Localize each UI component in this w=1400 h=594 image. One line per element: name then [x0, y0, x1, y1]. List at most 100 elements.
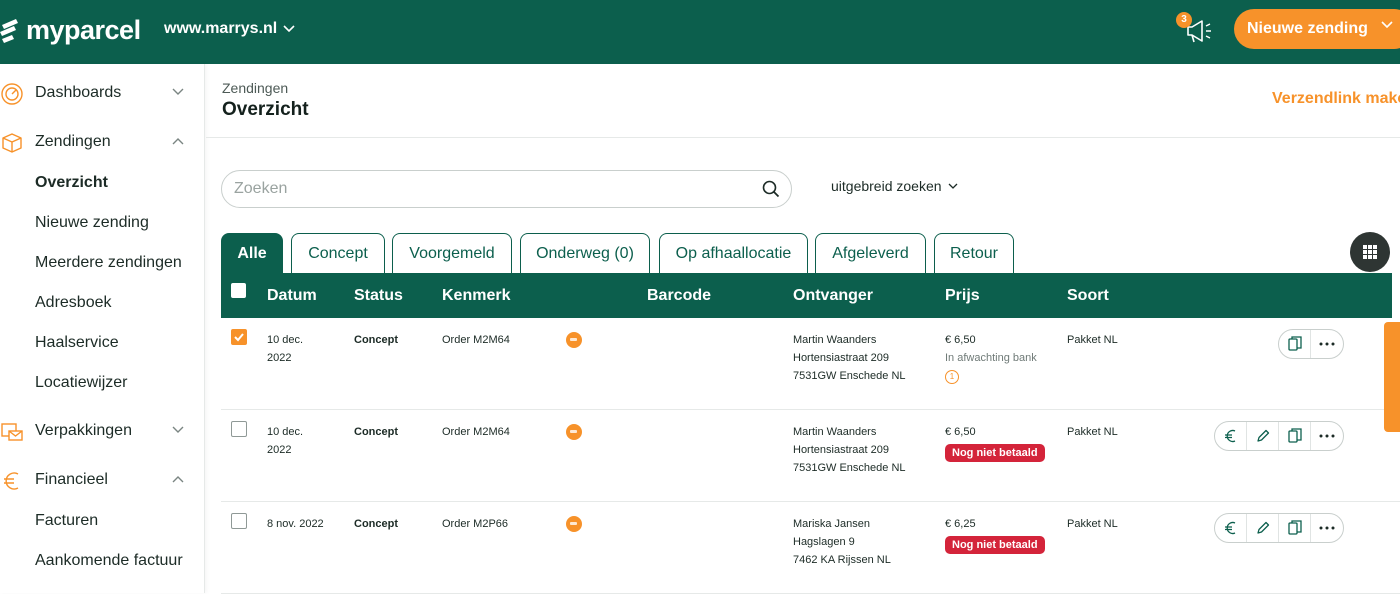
column-header-status[interactable]: Status: [354, 287, 403, 305]
unpaid-badge: Nog niet betaald: [945, 536, 1045, 554]
column-header-ontvanger[interactable]: Ontvanger: [793, 287, 873, 305]
more-button[interactable]: [1311, 330, 1343, 358]
search-input[interactable]: [234, 179, 754, 199]
sidebar-item-haalservice[interactable]: Haalservice: [35, 334, 119, 352]
sidebar-group-dashboards[interactable]: Dashboards: [0, 78, 205, 108]
recipient-name: Martin Waanders: [793, 426, 877, 438]
row-checkbox[interactable]: [231, 513, 247, 529]
column-header-barcode[interactable]: Barcode: [647, 287, 711, 305]
column-header-datum[interactable]: Datum: [267, 287, 317, 305]
row-checkbox[interactable]: [231, 421, 247, 437]
sidebar-item-meerdere-zendingen[interactable]: Meerdere zendingen: [35, 254, 182, 272]
notifications-button[interactable]: 3: [1176, 12, 1216, 48]
sidebar-group-financieel[interactable]: Financieel: [0, 465, 205, 495]
more-button[interactable]: [1311, 514, 1343, 542]
table-row[interactable]: 10 dec. 2022 Concept Order M2M64 Martin …: [221, 318, 1400, 410]
recipient-cell: Martin Waanders Hortensiastraat 209 7531…: [793, 331, 906, 385]
copy-button[interactable]: [1279, 514, 1311, 542]
sidebar-group-label: Zendingen: [35, 133, 111, 150]
sidebar-item-overzicht[interactable]: Overzicht: [35, 174, 108, 192]
price-value: € 6,50: [945, 334, 976, 346]
info-count-badge[interactable]: 1: [945, 370, 959, 384]
sidebar-item-aankomende-factuur[interactable]: Aankomende factuur: [35, 552, 183, 570]
sidebar-item-locatiewijzer[interactable]: Locatiewijzer: [35, 374, 127, 392]
advanced-search-label: uitgebreid zoeken: [831, 178, 942, 194]
shiplink-button[interactable]: Verzendlink maken: [1272, 90, 1400, 108]
select-all-checkbox[interactable]: [231, 283, 246, 298]
tab-op-afhaallocatie[interactable]: Op afhaallocatie: [659, 233, 808, 273]
edit-icon: [1256, 429, 1269, 442]
shop-name: www.marrys.nl: [164, 20, 278, 37]
column-header-kenmerk[interactable]: Kenmerk: [442, 287, 510, 305]
feedback-side-tab[interactable]: [1384, 322, 1400, 432]
breadcrumb[interactable]: Zendingen: [222, 80, 288, 96]
tab-alle[interactable]: Alle: [221, 233, 283, 273]
reference-cell: Order M2P66: [442, 518, 509, 530]
edit-button[interactable]: [1247, 514, 1279, 542]
table-row[interactable]: 8 nov. 2022 Concept Order M2P66 Mariska …: [221, 502, 1400, 594]
type-cell: Pakket NL: [1067, 334, 1118, 346]
sidebar-item-facturen[interactable]: Facturen: [35, 512, 98, 530]
price-cell: € 6,50 In afwachting bank 1: [945, 331, 1037, 385]
more-button[interactable]: [1311, 422, 1343, 450]
postnl-icon: [566, 424, 582, 440]
price-value: € 6,25: [945, 518, 976, 530]
more-icon: [1319, 434, 1335, 438]
logo[interactable]: myparcel: [0, 14, 141, 46]
more-icon: [1319, 342, 1335, 346]
sidebar-group-label: Verpakkingen: [35, 422, 132, 439]
tab-onderweg[interactable]: Onderweg (0): [520, 233, 650, 273]
recipient-street: Hagslagen 9: [793, 536, 855, 548]
shop-selector[interactable]: www.marrys.nl: [164, 20, 295, 38]
date-line: 10 dec.: [267, 426, 304, 438]
column-header-prijs[interactable]: Prijs: [945, 287, 980, 305]
top-bar: myparcel www.marrys.nl 3 Nieuwe zending: [0, 0, 1400, 64]
chevron-up-icon: [172, 476, 184, 483]
tab-retour[interactable]: Retour: [934, 233, 1014, 273]
table-header: Datum Status Kenmerk Barcode Ontvanger P…: [221, 273, 1392, 318]
row-checkbox[interactable]: [231, 329, 247, 345]
tab-concept[interactable]: Concept: [291, 233, 385, 273]
recipient-cell: Martin Waanders Hortensiastraat 209 7531…: [793, 423, 906, 477]
euro-icon: [1224, 521, 1235, 535]
reference-cell: Order M2M64: [442, 334, 510, 346]
tab-afgeleverd[interactable]: Afgeleverd: [815, 233, 926, 273]
type-cell: Pakket NL: [1067, 518, 1118, 530]
sidebar-group-label: Dashboards: [35, 84, 122, 101]
copy-button[interactable]: [1279, 330, 1311, 358]
more-icon: [1319, 526, 1335, 530]
new-shipment-button[interactable]: Nieuwe zending: [1234, 9, 1400, 49]
chevron-down-icon[interactable]: [1381, 21, 1393, 29]
edit-button[interactable]: [1247, 422, 1279, 450]
pay-button[interactable]: [1215, 422, 1247, 450]
sidebar-group-verpakkingen[interactable]: Verpakkingen: [0, 416, 205, 446]
column-header-soort[interactable]: Soort: [1067, 287, 1109, 305]
postnl-icon: [566, 516, 582, 532]
advanced-search-toggle[interactable]: uitgebreid zoeken: [831, 178, 958, 194]
sidebar-item-nieuwe-zending[interactable]: Nieuwe zending: [35, 214, 149, 232]
sidebar-group-zendingen[interactable]: Zendingen: [0, 127, 205, 157]
sidebar-item-adresboek[interactable]: Adresboek: [35, 294, 112, 312]
price-cell: € 6,25 Nog niet betaald: [945, 515, 1045, 554]
unpaid-badge: Nog niet betaald: [945, 444, 1045, 462]
reference-cell: Order M2M64: [442, 426, 510, 438]
dashboard-icon: [1, 83, 23, 105]
payment-note: In afwachting bank: [945, 352, 1037, 364]
search-icon[interactable]: [762, 180, 780, 198]
price-cell: € 6,50 Nog niet betaald: [945, 423, 1045, 462]
chevron-down-icon: [283, 25, 295, 33]
row-actions: [1214, 513, 1344, 543]
edit-icon: [1256, 521, 1269, 534]
table-row[interactable]: 10 dec. 2022 Concept Order M2M64 Martin …: [221, 410, 1400, 502]
copy-button[interactable]: [1279, 422, 1311, 450]
logo-icon: [0, 19, 18, 43]
type-cell: Pakket NL: [1067, 426, 1118, 438]
chevron-down-icon: [172, 88, 184, 95]
copy-icon: [1287, 520, 1302, 535]
pay-button[interactable]: [1215, 514, 1247, 542]
column-settings-button[interactable]: [1350, 232, 1390, 272]
date-cell: 10 dec. 2022: [267, 331, 303, 367]
status-cell: Concept: [354, 426, 398, 438]
recipient-city: 7531GW Enschede NL: [793, 370, 906, 382]
tab-voorgemeld[interactable]: Voorgemeld: [392, 233, 512, 273]
